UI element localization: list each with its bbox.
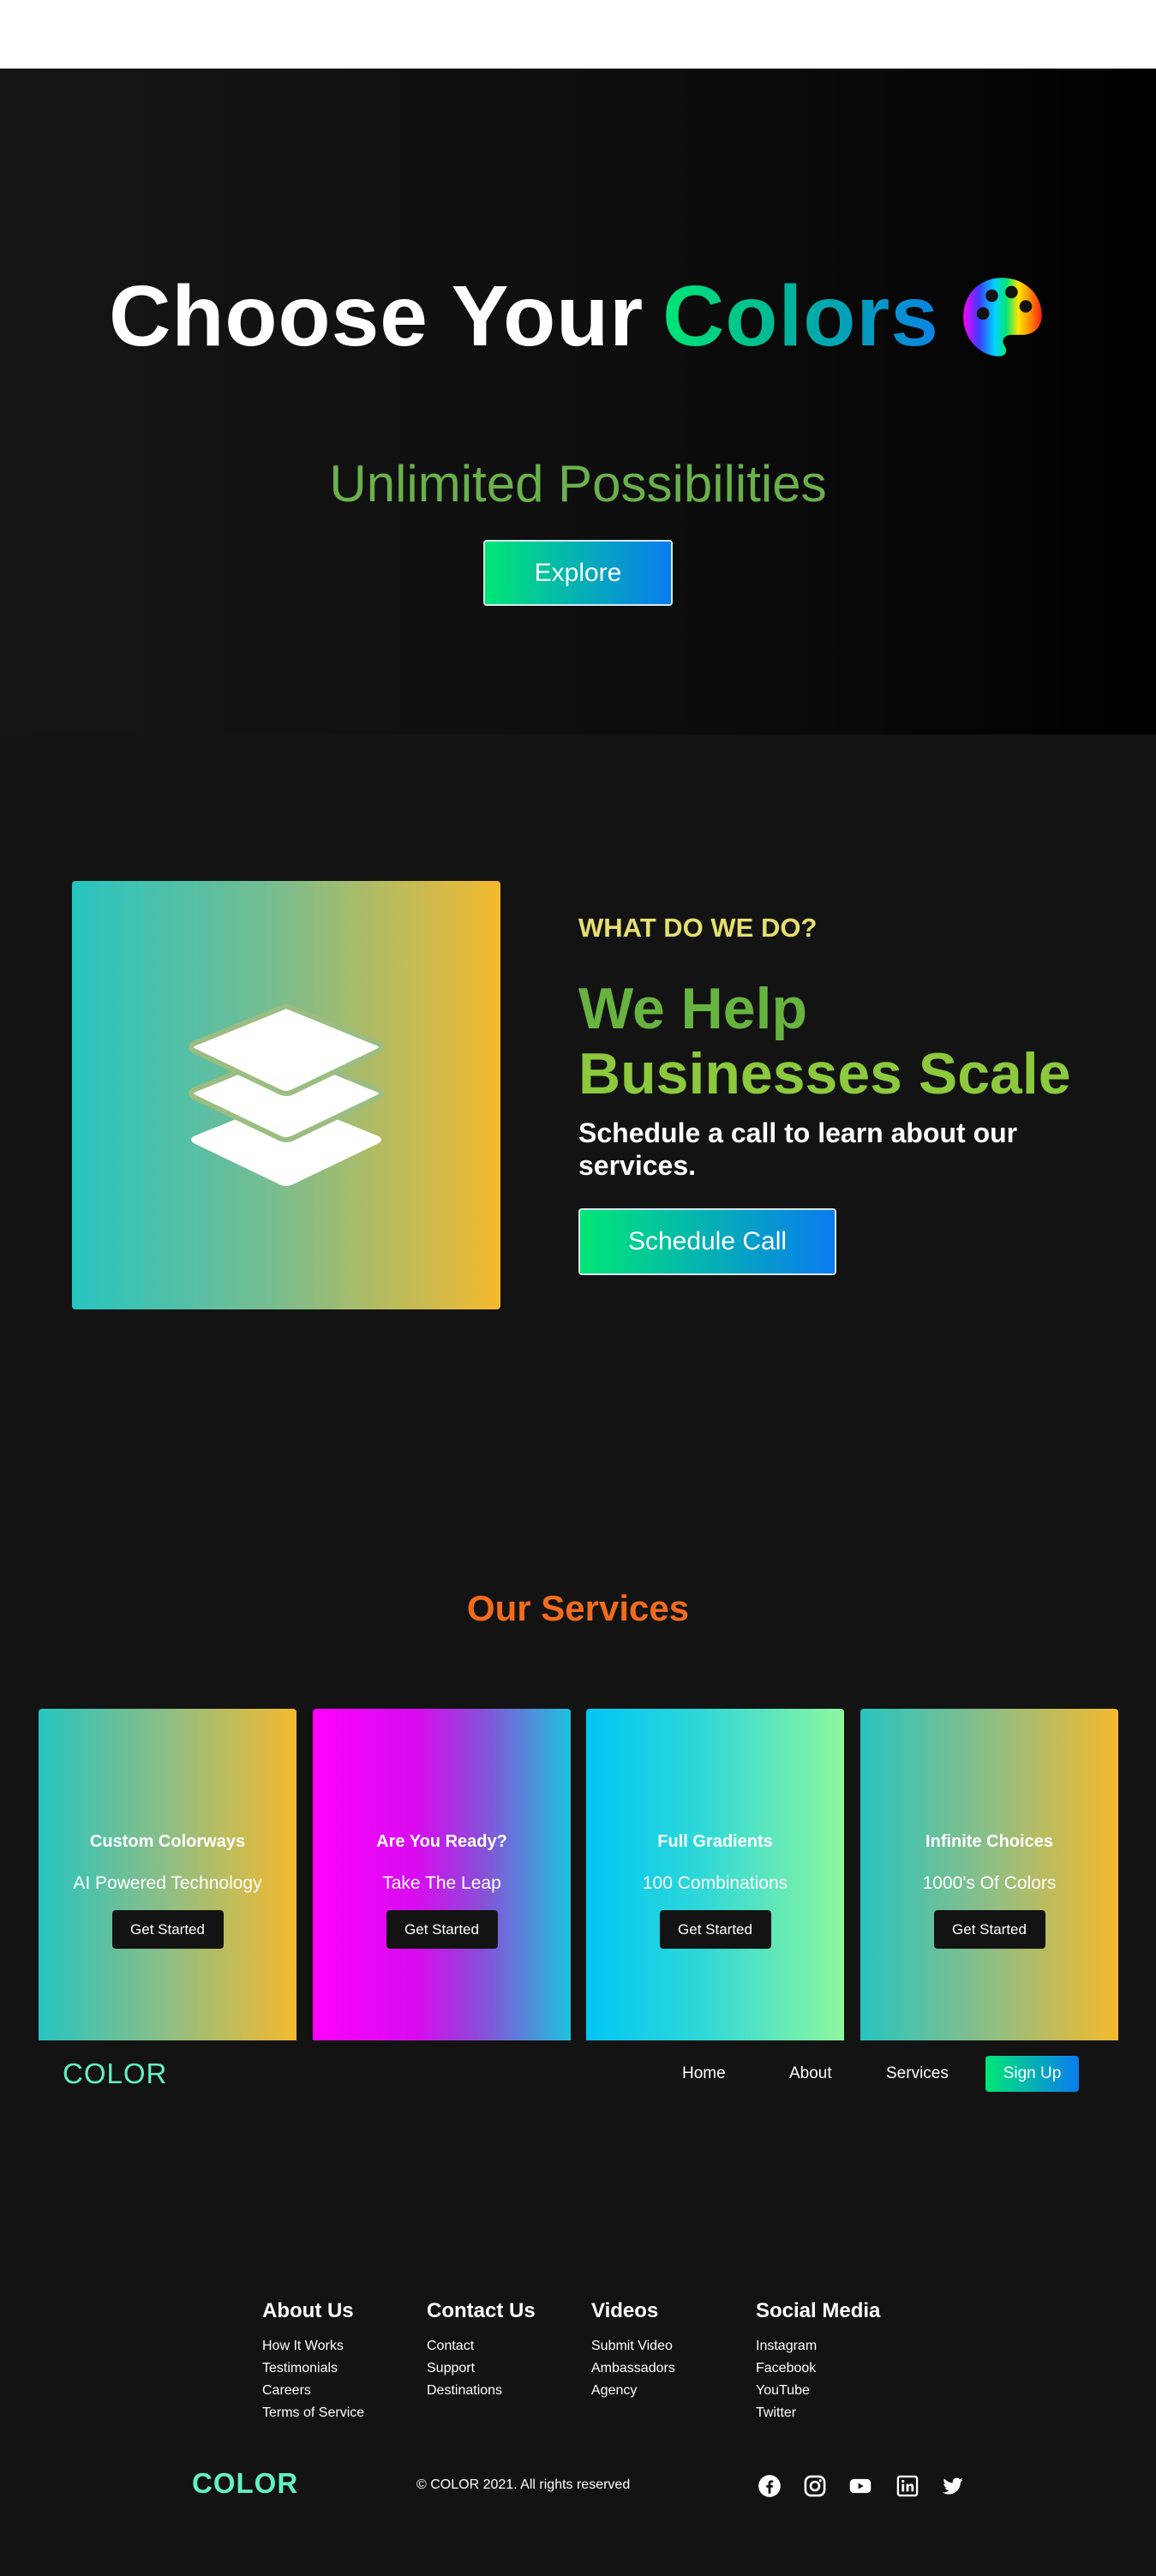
about-section: WHAT DO WE DO? We Help Businesses Scale … xyxy=(0,734,1156,1420)
service-card-subtitle: 100 Combinations xyxy=(642,1873,788,1893)
footer-link[interactable]: Terms of Service xyxy=(262,2402,427,2424)
schedule-call-button[interactable]: Schedule Call xyxy=(578,1208,836,1275)
palette-icon xyxy=(958,273,1047,362)
explore-button[interactable]: Explore xyxy=(483,540,673,606)
get-started-button[interactable]: Get Started xyxy=(386,1910,498,1949)
sign-up-button[interactable]: Sign Up xyxy=(985,2056,1079,2092)
service-card-title: Custom Colorways xyxy=(89,1832,246,1851)
footer-column-contact: Contact Us Contact Support Destinations xyxy=(427,2299,591,2402)
about-heading-line2: Businesses Scale xyxy=(578,1041,1071,1106)
facebook-icon[interactable] xyxy=(758,2474,782,2498)
navbar-logo[interactable]: COLOR xyxy=(63,2058,167,2090)
footer-link[interactable]: Ambassadors xyxy=(591,2357,756,2380)
get-started-button[interactable]: Get Started xyxy=(933,1910,1045,1949)
services-section: Our Services Custom Colorways AI Powered… xyxy=(0,1420,1156,2576)
footer-column-heading: About Us xyxy=(262,2299,354,2322)
footer-link[interactable]: Facebook xyxy=(756,2357,920,2380)
hero-title: Choose Your Colors xyxy=(0,267,1156,366)
footer-column-about: About Us How It Works Testimonials Caree… xyxy=(262,2299,427,2424)
navbar: COLOR Home About Services Sign Up xyxy=(0,2040,1156,2107)
hero-title-part1: Choose Your xyxy=(109,268,644,364)
twitter-icon[interactable] xyxy=(941,2474,965,2498)
linkedin-icon[interactable] xyxy=(895,2474,919,2498)
footer-column-heading: Videos xyxy=(591,2299,659,2322)
nav-link-about[interactable]: About xyxy=(789,2064,832,2083)
service-card: Full Gradients 100 Combinations Get Star… xyxy=(586,1709,844,2040)
service-card: Are You Ready? Take The Leap Get Started xyxy=(313,1709,571,2040)
youtube-icon[interactable] xyxy=(848,2474,872,2498)
footer-link[interactable]: Destinations xyxy=(427,2380,591,2402)
services-title: Our Services xyxy=(466,1588,690,1628)
footer-links: About Us How It Works Testimonials Caree… xyxy=(262,2299,913,2436)
footer-link[interactable]: How It Works xyxy=(262,2335,427,2357)
nav-link-home[interactable]: Home xyxy=(682,2064,726,2083)
copyright-text: © COLOR 2021. All rights reserved xyxy=(416,2477,631,2492)
about-text: Schedule a call to learn about our servi… xyxy=(578,1117,1018,1181)
hero-subtitle: Unlimited Possibilities xyxy=(329,455,827,512)
nav-link-services[interactable]: Services xyxy=(886,2064,949,2083)
about-heading: We Help Businesses Scale xyxy=(578,976,1127,1106)
about-image xyxy=(72,881,500,1309)
service-card-subtitle: Take The Leap xyxy=(382,1873,501,1893)
footer-bottom: COLOR © COLOR 2021. All rights reserved xyxy=(0,2467,1156,2510)
service-card-subtitle: AI Powered Technology xyxy=(73,1873,262,1893)
footer-column-videos: Videos Submit Video Ambassadors Agency xyxy=(591,2299,756,2402)
footer-link[interactable]: Agency xyxy=(591,2380,756,2402)
service-card-title: Infinite Choices xyxy=(925,1832,1053,1851)
footer-column-heading: Social Media xyxy=(756,2299,881,2322)
service-card-title: Full Gradients xyxy=(657,1832,773,1851)
hero-title-gradient-word: Colors xyxy=(662,268,939,364)
service-card-title: Are You Ready? xyxy=(376,1832,507,1851)
service-card: Custom Colorways AI Powered Technology G… xyxy=(39,1709,296,2040)
footer-link[interactable]: Support xyxy=(427,2357,591,2380)
about-kicker: WHAT DO WE DO? xyxy=(578,913,818,943)
footer-link[interactable]: Twitter xyxy=(756,2402,920,2424)
layers-icon xyxy=(189,1003,384,1186)
instagram-icon[interactable] xyxy=(803,2474,827,2498)
hero-section: Choose Your Colors Unlimited Possibiliti… xyxy=(0,69,1156,734)
top-blank-bar xyxy=(0,0,1156,69)
footer-link[interactable]: Submit Video xyxy=(591,2335,756,2357)
footer-column-heading: Contact Us xyxy=(427,2299,536,2322)
footer-link[interactable]: YouTube xyxy=(756,2380,920,2402)
footer-link[interactable]: Testimonials xyxy=(262,2357,427,2380)
get-started-button[interactable]: Get Started xyxy=(111,1910,224,1949)
footer-link[interactable]: Careers xyxy=(262,2380,427,2402)
service-card-subtitle: 1000's Of Colors xyxy=(922,1873,1057,1893)
footer-column-social: Social Media Instagram Facebook YouTube … xyxy=(756,2299,920,2424)
about-heading-line1: We Help xyxy=(578,976,808,1041)
footer-logo[interactable]: COLOR xyxy=(192,2467,298,2500)
get-started-button[interactable]: Get Started xyxy=(659,1910,771,1949)
service-card: Infinite Choices 1000's Of Colors Get St… xyxy=(860,1709,1118,2040)
footer-link[interactable]: Contact xyxy=(427,2335,591,2357)
footer-link[interactable]: Instagram xyxy=(756,2335,920,2357)
